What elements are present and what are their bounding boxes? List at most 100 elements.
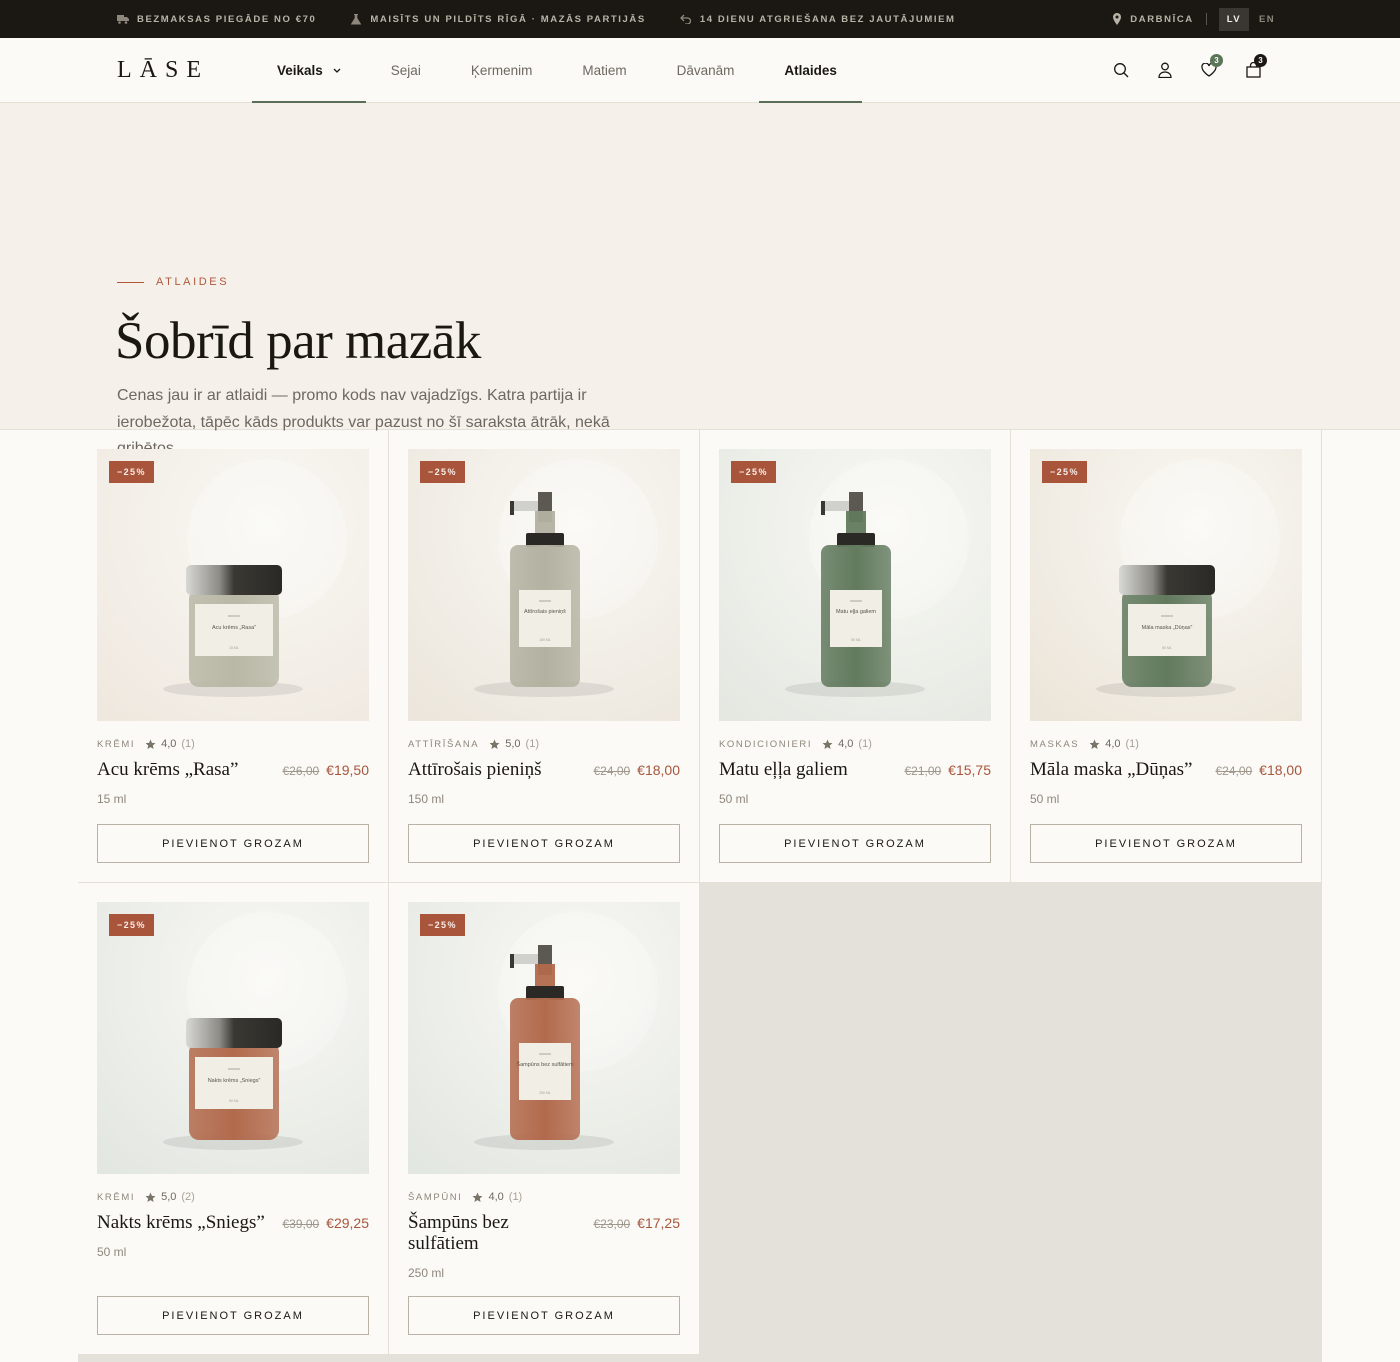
logo[interactable]: LĀSE: [117, 57, 252, 84]
product-category: Krēmi: [97, 738, 136, 750]
bottle-label-volume: 150 ML: [539, 638, 551, 642]
product-image-wrap[interactable]: Māla maska „Dūņas” 50 ML −25%: [1030, 449, 1302, 721]
return-arrow-icon: [679, 14, 691, 24]
add-to-cart-button[interactable]: PIEVIENOT GROZAM: [97, 824, 369, 863]
add-to-cart-button[interactable]: PIEVIENOT GROZAM: [1030, 824, 1302, 863]
product-rating: 5,0 (1): [489, 738, 539, 750]
product-meta: Kondicionieri 4,0 (1): [719, 738, 991, 750]
announcement-bar: Bezmaksas piegāde no €70 Maisīts un pild…: [0, 0, 1400, 38]
product-name[interactable]: Acu krēms „Rasa”: [97, 759, 238, 780]
sale-price: €29,25: [326, 1215, 369, 1231]
product-card[interactable]: Acu krēms „Rasa” 15 ML −25% Krēmi 4,0 (1…: [78, 430, 389, 883]
nav-item-face[interactable]: Sejai: [366, 38, 446, 102]
product-meta: Šampūni 4,0 (1): [408, 1191, 680, 1203]
topbar-text: Maisīts un pildīts Rīgā · mazās partijās: [370, 13, 646, 25]
product-category: Kondicionieri: [719, 738, 813, 750]
add-to-cart-button[interactable]: PIEVIENOT GROZAM: [408, 1296, 680, 1335]
nav-item-gifts[interactable]: Dāvanām: [652, 38, 760, 102]
product-prices: €39,00 €29,25: [282, 1212, 369, 1231]
product-title-row: Šampūns bez sulfātiem €23,00 €17,25: [408, 1212, 680, 1254]
old-price: €23,00: [593, 1217, 631, 1231]
add-to-cart-button[interactable]: PIEVIENOT GROZAM: [719, 824, 991, 863]
discount-badge: −25%: [420, 461, 465, 483]
nav-label: Dāvanām: [676, 62, 735, 78]
old-price: €21,00: [904, 764, 942, 778]
jar-label-text: Māla maska „Dūņas”: [1142, 625, 1193, 631]
product-meta: Attīrīšana 5,0 (1): [408, 738, 680, 750]
nav-item-hair[interactable]: Matiem: [557, 38, 651, 102]
lang-en-button[interactable]: EN: [1251, 8, 1283, 31]
old-price: €39,00: [282, 1217, 320, 1231]
product-card[interactable]: Šampūns bez sulfātiem 250 ML −25% Šampūn…: [389, 883, 700, 1355]
cart-button[interactable]: 3: [1231, 50, 1275, 90]
nav-label: Ķermenim: [470, 62, 533, 78]
cart-count-badge: 3: [1254, 54, 1267, 67]
product-volume: 50 ml: [97, 1245, 127, 1259]
star-icon: [473, 1192, 483, 1202]
product-card[interactable]: Nakts krēms „Sniegs” 50 ML −25% Krēmi 5,…: [78, 883, 389, 1355]
product-image-wrap[interactable]: Attīrošais pieniņš 150 ML −25%: [408, 449, 680, 721]
search-button[interactable]: [1099, 50, 1143, 90]
product-image-wrap[interactable]: Nakts krēms „Sniegs” 50 ML −25%: [97, 902, 369, 1174]
nav-item-shop[interactable]: Veikals: [252, 38, 366, 103]
product-category: Attīrīšana: [408, 738, 480, 750]
sale-price: €15,75: [948, 762, 991, 778]
product-image: Šampūns bez sulfātiem 250 ML: [408, 902, 680, 1174]
sale-price: €19,50: [326, 762, 369, 778]
star-icon: [1089, 739, 1100, 749]
hero-eyebrow: ATLAIDES: [117, 276, 229, 288]
product-category: Krēmi: [97, 1191, 136, 1203]
review-count: (2): [181, 1191, 195, 1203]
add-to-cart-button[interactable]: PIEVIENOT GROZAM: [408, 824, 680, 863]
rating-score: 5,0: [161, 1191, 177, 1203]
product-category: Maskas: [1030, 738, 1080, 750]
jar-label-volume: 50 ML: [229, 1099, 239, 1103]
rating-score: 5,0: [505, 738, 521, 750]
store-location-link[interactable]: Darbnīca: [1112, 13, 1193, 25]
product-title-row: Nakts krēms „Sniegs” €39,00 €29,25: [97, 1212, 369, 1233]
main-nav: Veikals Sejai Ķermenim Matiem Dāvanām At…: [252, 38, 862, 103]
product-name[interactable]: Nakts krēms „Sniegs”: [97, 1212, 265, 1233]
rating-score: 4,0: [161, 738, 177, 750]
product-title-row: Matu eļļa galiem €21,00 €15,75: [719, 759, 991, 780]
product-card[interactable]: Matu eļļa galiem 50 ML −25% Kondicionier…: [700, 430, 1011, 883]
product-card[interactable]: Māla maska „Dūņas” 50 ML −25% Maskas 4,0…: [1011, 430, 1322, 883]
product-prices: €24,00 €18,00: [1215, 759, 1302, 778]
product-title-row: Māla maska „Dūņas” €24,00 €18,00: [1030, 759, 1302, 780]
old-price: €26,00: [282, 764, 320, 778]
product-volume: 150 ml: [408, 792, 445, 806]
add-to-cart-button[interactable]: PIEVIENOT GROZAM: [97, 1296, 369, 1335]
discount-badge: −25%: [109, 461, 154, 483]
product-name[interactable]: Attīrošais pieniņš: [408, 759, 542, 780]
review-count: (1): [508, 1191, 523, 1203]
product-image: Attīrošais pieniņš 150 ML: [408, 449, 680, 721]
product-volume: 50 ml: [719, 792, 749, 806]
account-button[interactable]: [1143, 50, 1187, 90]
product-name[interactable]: Matu eļļa galiem: [719, 759, 848, 780]
product-rating: 4,0 (1): [1089, 738, 1139, 750]
topbar-item-made: Maisīts un pildīts Rīgā · mazās partijās: [350, 13, 646, 25]
product-image-wrap[interactable]: Šampūns bez sulfātiem 250 ML −25%: [408, 902, 680, 1174]
wishlist-button[interactable]: 3: [1187, 50, 1231, 90]
nav-item-sale[interactable]: Atlaides: [759, 38, 862, 103]
grid-bottom-strip: [78, 1355, 1322, 1362]
topbar-text: 14 dienu atgriešana bez jautājumiem: [699, 13, 956, 25]
product-image-wrap[interactable]: Matu eļļa galiem 50 ML −25%: [719, 449, 991, 721]
lang-lv-button[interactable]: LV: [1218, 7, 1249, 31]
eyebrow-text: ATLAIDES: [156, 276, 230, 288]
site-header: LĀSE Veikals Sejai Ķermenim Matiem Dāvan…: [0, 38, 1400, 103]
bottle-label-text: Attīrošais pieniņš: [524, 609, 566, 615]
product-image-wrap[interactable]: Acu krēms „Rasa” 15 ML −25%: [97, 449, 369, 721]
discount-badge: −25%: [420, 914, 465, 936]
nav-item-body[interactable]: Ķermenim: [446, 38, 558, 102]
product-grid: Acu krēms „Rasa” 15 ML −25% Krēmi 4,0 (1…: [78, 430, 1322, 1355]
product-volume: 15 ml: [97, 792, 127, 806]
star-icon: [489, 739, 500, 749]
product-name[interactable]: Šampūns bez sulfātiem: [408, 1212, 578, 1254]
product-name[interactable]: Māla maska „Dūņas”: [1030, 759, 1193, 780]
jar-label-text: Acu krēms „Rasa”: [212, 625, 256, 631]
sale-price: €17,25: [637, 1215, 680, 1231]
review-count: (1): [858, 738, 872, 750]
bottle-label-volume: 250 ML: [539, 1091, 551, 1095]
product-card[interactable]: Attīrošais pieniņš 150 ML −25% Attīrīšan…: [389, 430, 700, 883]
